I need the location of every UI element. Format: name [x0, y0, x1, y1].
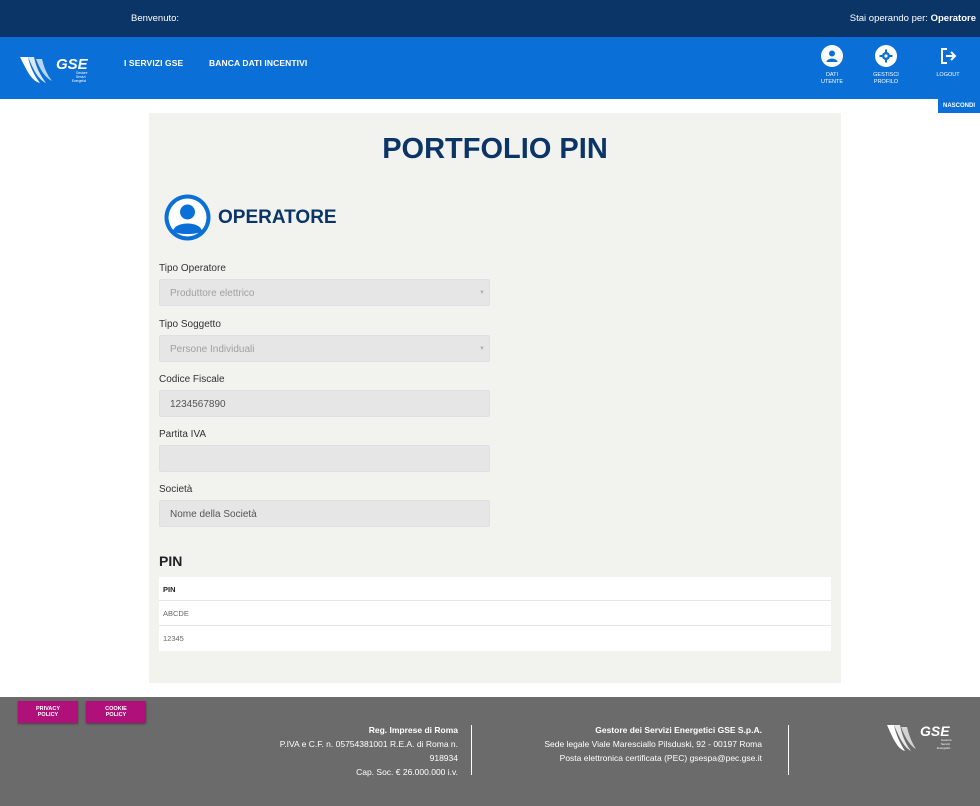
select-tipo-operatore-value: Produttore elettrico [170, 288, 255, 299]
dati-utente-label-2: UTENTE [821, 79, 843, 85]
label-partita-iva: Partita IVA [159, 429, 207, 440]
footer-registry-title: Reg. Imprese di Roma [368, 725, 458, 735]
footer-registry-line: 918934 [429, 753, 458, 763]
section-title-operatore: OPERATORE [218, 207, 337, 228]
gestisci-profilo-label-1: GESTISCI [873, 72, 899, 78]
logout-icon [937, 45, 959, 67]
select-tipo-operatore[interactable]: Produttore elettrico ▼ [159, 279, 490, 306]
svg-text:Energetici: Energetici [72, 79, 86, 83]
label-tipo-soggetto: Tipo Soggetto [159, 319, 221, 330]
input-societa[interactable]: Nome della Società [159, 500, 490, 527]
operating-as: Stai operando per: Operatore [850, 13, 976, 24]
chevron-down-icon: ▼ [479, 346, 485, 352]
gestisci-profilo-button[interactable]: GESTISCI PROFILO [861, 45, 911, 86]
footer-divider [471, 725, 472, 775]
label-tipo-operatore: Tipo Operatore [159, 263, 226, 274]
svg-text:GSE: GSE [920, 723, 950, 739]
gear-icon [875, 45, 897, 67]
select-tipo-soggetto[interactable]: Persone Individuali ▼ [159, 335, 490, 362]
privacy-policy-button[interactable]: PRIVACY POLICY [18, 701, 78, 723]
pin-heading: PIN [159, 553, 183, 569]
footer-registry-line: Cap. Soc. € 26.000.000 i.v. [356, 767, 458, 777]
nascondi-button[interactable]: NASCONDI [938, 99, 980, 113]
label-societa: Società [159, 484, 193, 495]
dati-utente-button[interactable]: DATI UTENTE [807, 45, 857, 86]
operating-prefix: Stai operando per: [849, 13, 931, 24]
label-codice-fiscale: Codice Fiscale [159, 374, 225, 385]
footer-registry-info: Reg. Imprese di Roma P.IVA e C.F. n. 057… [238, 723, 458, 779]
input-codice-fiscale[interactable]: 1234567890 [159, 390, 490, 417]
nav-servizi-gse[interactable]: I SERVIZI GSE [124, 58, 183, 68]
footer: PRIVACY POLICY COOKIE POLICY Reg. Impres… [0, 697, 980, 806]
operator-avatar-icon [163, 193, 212, 242]
pin-table-header: PIN [159, 577, 831, 601]
nav-banca-dati-incentivi[interactable]: BANCA DATI INCENTIVI [209, 58, 307, 68]
table-row[interactable]: ABCDE [159, 601, 831, 626]
top-bar: Benvenuto: Stai operando per: Operatore [0, 0, 980, 37]
main-navbar: GSE Gestore Servizi Energetici I SERVIZI… [0, 37, 980, 99]
portfolio-panel: PORTFOLIO PIN OPERATORE Tipo Operatore P… [149, 113, 841, 683]
logout-button[interactable]: LOGOUT [923, 45, 973, 79]
table-row[interactable]: 12345 [159, 626, 831, 651]
user-icon [821, 45, 843, 67]
cookie-policy-button[interactable]: COOKIE POLICY [86, 701, 146, 723]
operating-role: Operatore [930, 13, 976, 24]
logout-label: LOGOUT [936, 72, 960, 78]
gse-logo[interactable]: GSE Gestore Servizi Energetici [18, 51, 98, 87]
select-tipo-soggetto-value: Persone Individuali [170, 344, 255, 355]
welcome-text: Benvenuto: [131, 13, 180, 24]
svg-text:Energetici: Energetici [937, 746, 951, 750]
pin-table: PIN ABCDE 12345 [159, 577, 831, 651]
footer-company-info: Gestore dei Servizi Energetici GSE S.p.A… [512, 723, 762, 765]
cookie-policy-label-2: POLICY [105, 712, 127, 718]
dati-utente-label-1: DATI [825, 72, 839, 78]
privacy-policy-label-2: POLICY [37, 712, 59, 718]
footer-company-line: Posta elettronica certificata (PEC) gses… [559, 753, 762, 763]
gestisci-profilo-label-2: PROFILO [873, 79, 899, 85]
footer-company-line: Sede legale Viale Maresciallo Pilsduski,… [544, 739, 762, 749]
footer-gse-logo: GSE Gestore Servizi Energetici [885, 719, 960, 755]
chevron-down-icon: ▼ [479, 290, 485, 296]
footer-company-title: Gestore dei Servizi Energetici GSE S.p.A… [595, 725, 762, 735]
footer-registry-line: P.IVA e C.F. n. 05754381001 R.E.A. di Ro… [279, 739, 458, 749]
input-partita-iva[interactable] [159, 445, 490, 472]
footer-divider [788, 725, 789, 775]
page-title: PORTFOLIO PIN [382, 133, 608, 165]
